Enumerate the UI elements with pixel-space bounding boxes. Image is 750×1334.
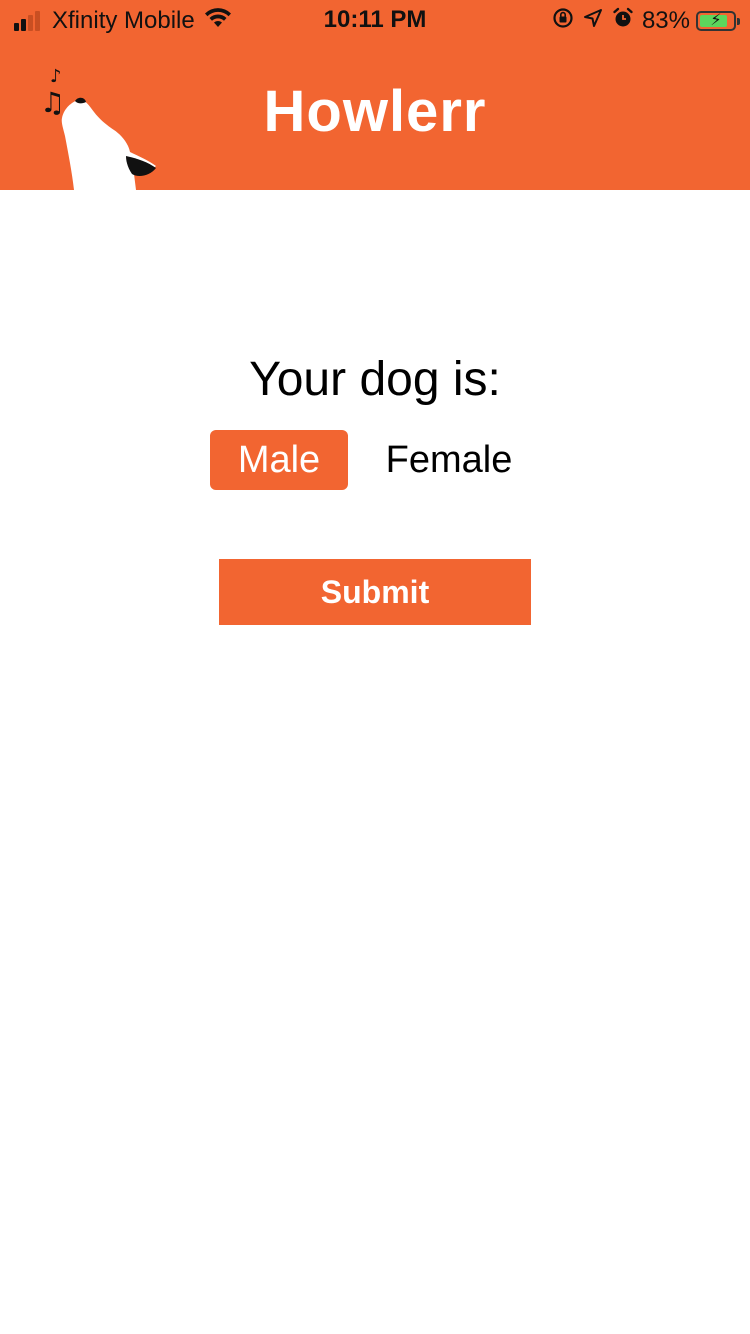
gender-prompt: Your dog is: bbox=[249, 353, 501, 406]
battery-icon: ⚡ bbox=[696, 11, 740, 31]
location-arrow-icon bbox=[582, 7, 604, 36]
alarm-icon bbox=[612, 7, 634, 36]
female-option-button[interactable]: Female bbox=[370, 430, 528, 490]
battery-percent: 83% bbox=[641, 7, 690, 34]
gender-selector: Male Female bbox=[0, 430, 750, 490]
status-bar-right: 83% ⚡ bbox=[544, 7, 740, 36]
submit-button[interactable]: Submit bbox=[219, 559, 531, 625]
app-title: Howlerr bbox=[263, 79, 487, 144]
orientation-lock-icon bbox=[552, 7, 574, 36]
charging-bolt-icon: ⚡ bbox=[710, 12, 722, 29]
status-bar: Xfinity Mobile 10:11 PM 83% ⚡ bbox=[0, 0, 750, 42]
app-header: Xfinity Mobile 10:11 PM 83% ⚡ ♪ ♫ Howler… bbox=[0, 0, 750, 190]
male-option-button[interactable]: Male bbox=[210, 430, 348, 490]
